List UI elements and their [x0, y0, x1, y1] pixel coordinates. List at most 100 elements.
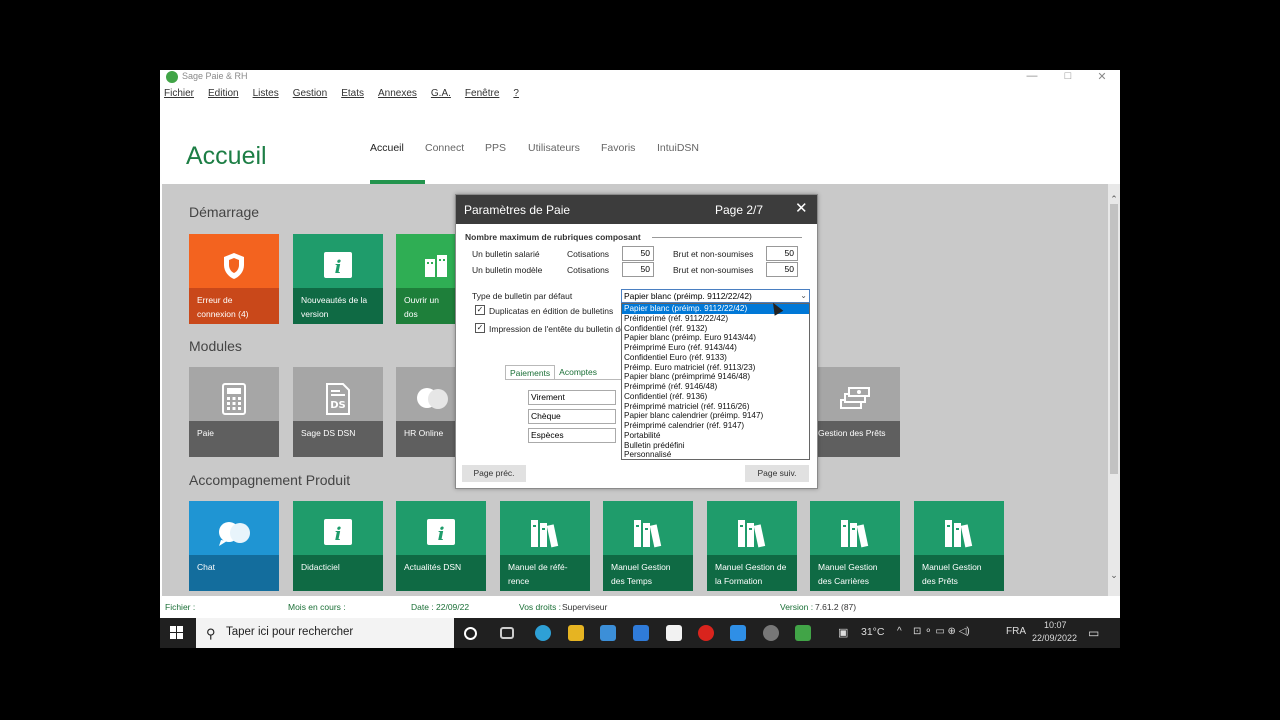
tray-icons[interactable]: ⊡ ⚬ ▭ ⊕ ◁) [913, 626, 970, 637]
scroll-down-icon[interactable]: ⌄ [1108, 570, 1120, 581]
tile-label: Actualités DSN [396, 555, 486, 591]
vertical-scrollbar[interactable]: ⌃ ⌄ [1108, 184, 1120, 596]
menu-gestion[interactable]: Gestion [293, 88, 327, 104]
menu-ga[interactable]: G.A. [431, 88, 451, 104]
tile-ouvrir-dossier[interactable]: Ouvrir un dos [396, 234, 455, 324]
weather-temp[interactable]: 31°C [861, 626, 884, 638]
payment-virement[interactable]: Virement [528, 390, 616, 405]
payment-cheque[interactable]: Chèque [528, 409, 616, 424]
scroll-thumb[interactable] [1110, 204, 1118, 474]
dropdown-option[interactable]: Préimp. Euro matriciel (réf. 9113/23) [622, 363, 809, 373]
clock-time[interactable]: 10:07 [1044, 620, 1067, 630]
tab-utilisateurs[interactable]: Utilisateurs [528, 142, 601, 184]
section-title: Nombre maximum de rubriques composant [465, 232, 641, 242]
salarie-brut-input[interactable]: 50 [766, 246, 798, 261]
dropdown-option[interactable]: Préimprimé (réf. 9112/22/42) [622, 314, 809, 324]
dropdown-option[interactable]: Confidentiel (réf. 9132) [622, 324, 809, 334]
modele-brut-input[interactable]: 50 [766, 262, 798, 277]
tile-manuel-reference[interactable]: Manuel de réfé-rence [500, 501, 590, 591]
windows-taskbar: ⚲ Taper ici pour rechercher ▣ 31°C ^ ⊡ ⚬… [160, 618, 1120, 648]
tile-gestion-prets[interactable]: Gestion des Prêts [810, 367, 900, 457]
cortana-icon[interactable] [464, 627, 477, 640]
tile-erreur-connexion[interactable]: Erreur de connexion (4) [189, 234, 279, 324]
file-explorer-icon[interactable] [568, 625, 584, 641]
dropdown-option[interactable]: Portabilité [622, 431, 809, 441]
dropdown-option[interactable]: Préimprimé calendrier (réf. 9147) [622, 421, 809, 431]
dropdown-option[interactable]: Préimprimé (réf. 9146/48) [622, 382, 809, 392]
minimize-button[interactable]: — [1022, 70, 1042, 82]
tab-intuidsn[interactable]: IntuiDSN [657, 142, 717, 184]
clock-date[interactable]: 22/09/2022 [1032, 633, 1077, 643]
document-icon[interactable] [666, 625, 682, 641]
books-icon [707, 515, 797, 551]
dropdown-option[interactable]: Bulletin prédéfini [622, 441, 809, 451]
tab-accueil[interactable]: Accueil [370, 142, 425, 184]
tab-connect[interactable]: Connect [425, 142, 485, 184]
app-icon[interactable] [763, 625, 779, 641]
tile-didacticiel[interactable]: i Didacticiel [293, 501, 383, 591]
dropdown-option[interactable]: Papier blanc (préimp. Euro 9143/44) [622, 333, 809, 343]
task-view-icon[interactable] [500, 627, 514, 639]
tile-actualites-dsn[interactable]: i Actualités DSN [396, 501, 486, 591]
tile-manuel-carrieres[interactable]: Manuel Gestion des Carrières [810, 501, 900, 591]
modele-cotisations-input[interactable]: 50 [622, 262, 654, 277]
impression-entete-checkbox[interactable]: ✓ [475, 323, 485, 333]
menu-listes[interactable]: Listes [253, 88, 279, 104]
previous-page-button[interactable]: Page préc. [462, 465, 526, 482]
tile-label: Chat [189, 555, 279, 591]
duplicatas-checkbox[interactable]: ✓ [475, 305, 485, 315]
books-icon [810, 515, 900, 551]
ds-document-icon: DS [293, 381, 383, 417]
next-page-button[interactable]: Page suiv. [745, 465, 809, 482]
tab-acomptes[interactable]: Acomptes [555, 365, 601, 379]
tile-nouveautes[interactable]: i Nouveautés de la version [293, 234, 383, 324]
menu-fichier[interactable]: Fichier [164, 88, 194, 104]
menu-etats[interactable]: Etats [341, 88, 364, 104]
type-bulletin-select[interactable]: Papier blanc (préimp. 9112/22/42) ⌄ [621, 289, 810, 303]
close-window-button[interactable]: ✕ [1092, 70, 1112, 83]
tab-pps[interactable]: PPS [485, 142, 528, 184]
salarie-cotisations-input[interactable]: 50 [622, 246, 654, 261]
tile-label: HR Online [396, 421, 455, 457]
menu-fenetre[interactable]: Fenêtre [465, 88, 499, 104]
menu-annexes[interactable]: Annexes [378, 88, 417, 104]
menu-edition[interactable]: Edition [208, 88, 239, 104]
language-indicator[interactable]: FRA [1006, 626, 1026, 637]
tile-label: Gestion des Prêts [810, 421, 900, 457]
type-bulletin-dropdown[interactable]: Papier blanc (préimp. 9112/22/42) Préimp… [621, 303, 810, 460]
maximize-button[interactable]: □ [1058, 70, 1078, 82]
tile-sage-ds-dsn[interactable]: DS Sage DS DSN [293, 367, 383, 457]
close-icon[interactable]: ✕ [795, 199, 808, 217]
dropdown-option[interactable]: Papier blanc calendrier (préimp. 9147) [622, 411, 809, 421]
tab-favoris[interactable]: Favoris [601, 142, 657, 184]
dropdown-option[interactable]: Confidentiel Euro (réf. 9133) [622, 353, 809, 363]
tile-label: Manuel Gestion de la Formation [707, 555, 797, 591]
payment-especes[interactable]: Espèces [528, 428, 616, 443]
notification-icon[interactable]: ▭ [1088, 626, 1099, 640]
sage-taskbar-icon[interactable] [795, 625, 811, 641]
dropdown-option[interactable]: Préimprimé Euro (réf. 9143/44) [622, 343, 809, 353]
dropdown-option[interactable]: Papier blanc (préimprimé 9146/48) [622, 372, 809, 382]
dropdown-option[interactable]: Confidentiel (réf. 9136) [622, 392, 809, 402]
mail-icon[interactable] [633, 625, 649, 641]
tile-manuel-formation[interactable]: Manuel Gestion de la Formation [707, 501, 797, 591]
dropdown-option[interactable]: Préimprimé matriciel (réf. 9116/26) [622, 402, 809, 412]
dropdown-option[interactable]: Personnalisé [622, 450, 809, 460]
calculator-icon [189, 381, 279, 417]
tab-paiements[interactable]: Paiements [505, 365, 556, 379]
windows-start-icon[interactable] [170, 626, 184, 640]
svg-text:i: i [438, 524, 445, 545]
tile-chat[interactable]: Chat [189, 501, 279, 591]
menu-help[interactable]: ? [513, 88, 519, 104]
tile-hr-online[interactable]: HR Online [396, 367, 455, 457]
edge-icon[interactable] [535, 625, 551, 641]
tile-manuel-temps[interactable]: Manuel Gestion des Temps [603, 501, 693, 591]
app-icon[interactable] [730, 625, 746, 641]
tray-chevron-icon[interactable]: ^ [897, 626, 902, 637]
taskbar-search-box[interactable]: ⚲ Taper ici pour rechercher [196, 618, 454, 648]
tile-manuel-prets[interactable]: Manuel Gestion des Prêts [914, 501, 1004, 591]
store-icon[interactable] [600, 625, 616, 641]
opera-icon[interactable] [698, 625, 714, 641]
chevron-down-icon[interactable]: ⌄ [800, 290, 807, 302]
tile-paie[interactable]: Paie [189, 367, 279, 457]
